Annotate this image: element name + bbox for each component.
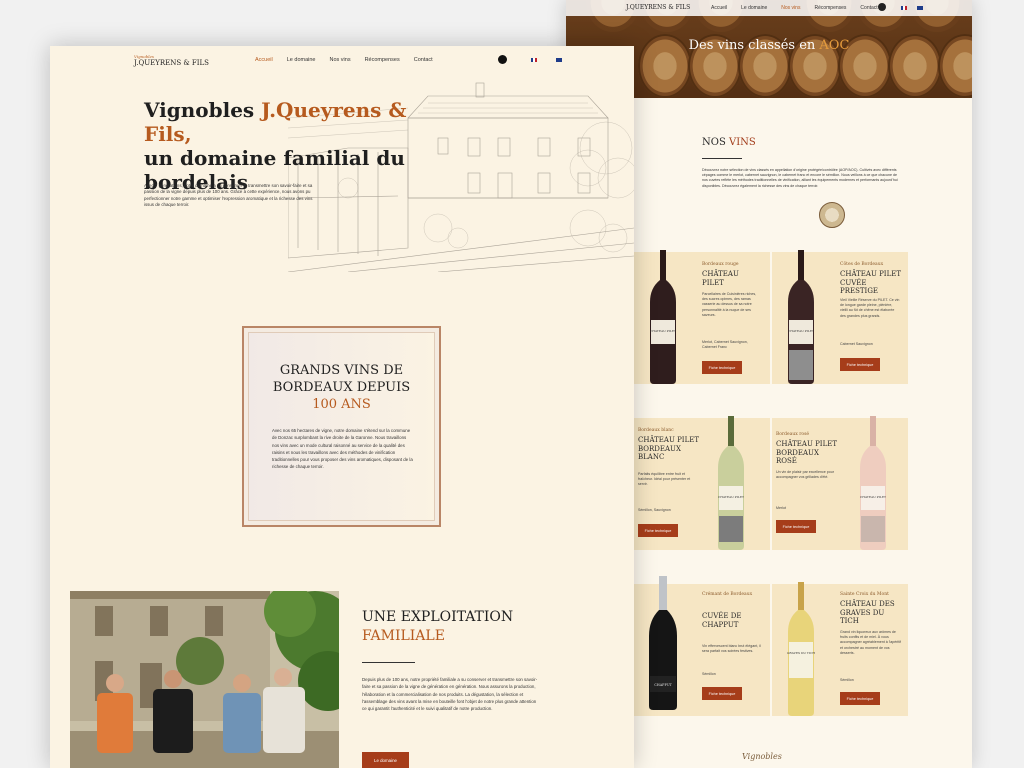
family-photo bbox=[70, 591, 339, 768]
bottle-label: CHAPPUT bbox=[654, 683, 672, 687]
bottle-label: CHATEAU PILET bbox=[788, 329, 814, 333]
divider bbox=[702, 158, 742, 159]
wine-card: GRAVES DU TICH Sainte Croix du Mont CHÂT… bbox=[772, 582, 908, 716]
wine-grapes: Cabernet Sauvignon bbox=[840, 342, 873, 346]
wine-card: CHAPPUT Crémant de Bordeaux CUVÉE DE CHA… bbox=[634, 576, 770, 716]
wine-bottle-icon: CHATEAU PILET bbox=[646, 250, 680, 384]
nav-item-recompenses[interactable]: Récompenses bbox=[814, 5, 846, 11]
facebook-icon[interactable] bbox=[878, 3, 886, 11]
bottle-label: CHATEAU PILET bbox=[860, 495, 886, 499]
wine-name: CHÂTEAU PILET bbox=[702, 270, 739, 287]
exploitation-text: Depuis plus de 100 ans, notre propriété … bbox=[362, 677, 538, 712]
card-title: GRANDS VINS DE BORDEAUX DEPUIS 100 ANS bbox=[272, 363, 411, 412]
fiche-technique-button[interactable]: Fiche technique bbox=[638, 524, 678, 537]
wine-bottle-icon: GRAVES DU TICH bbox=[784, 582, 818, 716]
card-text: Avec nos 65 hectares de vigne, notre dom… bbox=[272, 428, 413, 470]
wine-subtitle: Bordeaux rosé bbox=[776, 432, 810, 437]
divider bbox=[362, 662, 415, 663]
wine-subtitle: Bordeaux blanc bbox=[638, 428, 674, 433]
wine-card: CHATEAU PILET Côtes de Bordeaux CHÂTEAU … bbox=[772, 250, 908, 384]
wine-grapes: Merlot, Cabernet Sauvignon, Cabernet Fra… bbox=[702, 340, 748, 350]
wine-bottle-icon: CHATEAU PILET bbox=[784, 250, 818, 384]
wine-name: CHÂTEAU PILET CUVÉE PRESTIGE bbox=[840, 270, 901, 295]
nav-item-nos-vins[interactable]: Nos vins bbox=[329, 57, 350, 63]
top-nav: J.QUEYRENS & FILS Accueil Le domaine Nos… bbox=[566, 0, 972, 16]
main-menu: Accueil Le domaine Nos vins Récompenses … bbox=[255, 57, 433, 63]
hero-title: Vignobles J.Queyrens & Fils, un domaine f… bbox=[144, 98, 407, 194]
wine-bottle-icon: CHATEAU PILET bbox=[714, 416, 748, 550]
wine-subtitle: Crémant de Bordeaux bbox=[702, 592, 753, 597]
french-flag-icon[interactable] bbox=[901, 6, 907, 10]
footer-logo: Vignobles bbox=[742, 752, 782, 761]
wine-description: Grand vin liquoreux aux arômes de fruits… bbox=[840, 630, 902, 655]
nav-item-recompenses[interactable]: Récompenses bbox=[365, 57, 400, 63]
wine-description: Parfaits équilibre entre fruit et fraîch… bbox=[638, 472, 691, 487]
bottle-label: GRAVES DU TICH bbox=[787, 651, 815, 655]
wine-grapes: Sémillon, Sauvignon bbox=[638, 508, 671, 512]
wine-bottle-icon: CHAPPUT bbox=[646, 576, 680, 710]
bottle-label: CHATEAU PILET bbox=[650, 329, 676, 333]
wine-card: CHATEAU PILET Bordeaux rouge CHÂTEAU PIL… bbox=[634, 250, 770, 384]
le-domaine-button[interactable]: Le domaine bbox=[362, 752, 409, 768]
grands-vins-card: GRANDS VINS DE BORDEAUX DEPUIS 100 ANS Ave… bbox=[242, 326, 441, 527]
section-title: NOS VINS bbox=[702, 137, 756, 148]
bottle-label: CHATEAU PILET bbox=[718, 495, 744, 499]
wine-grapes: Sémillon bbox=[840, 678, 854, 682]
french-flag-icon[interactable] bbox=[531, 58, 537, 62]
wine-name: CHÂTEAU PILET BORDEAUX BLANC bbox=[638, 436, 699, 461]
facebook-icon[interactable] bbox=[498, 55, 507, 64]
main-menu: Accueil Le domaine Nos vins Récompenses … bbox=[711, 5, 878, 11]
logo[interactable]: Vignobles J.QUEYRENS & FILS bbox=[134, 54, 209, 67]
nav-item-contact[interactable]: Contact bbox=[860, 5, 877, 11]
wine-card: Bordeaux rosé CHÂTEAU PILET BORDEAUX ROS… bbox=[772, 416, 908, 550]
wine-bottle-icon: CHATEAU PILET bbox=[856, 416, 890, 550]
fiche-technique-button[interactable]: Fiche technique bbox=[702, 687, 742, 700]
hero-intro: Avec 7 générations, notre domaine a su c… bbox=[144, 183, 313, 208]
nav-item-domaine[interactable]: Le domaine bbox=[287, 57, 316, 63]
top-nav: Vignobles J.QUEYRENS & FILS Accueil Le do… bbox=[50, 46, 634, 74]
nav-item-accueil[interactable]: Accueil bbox=[711, 5, 727, 11]
wine-description: Vin effervescent blanc brut élégant, il … bbox=[702, 644, 761, 654]
nav-item-domaine[interactable]: Le domaine bbox=[741, 5, 767, 11]
nav-item-accueil[interactable]: Accueil bbox=[255, 57, 273, 63]
fiche-technique-button[interactable]: Fiche technique bbox=[840, 358, 880, 371]
wine-subtitle: Côtes de Bordeaux bbox=[840, 262, 884, 267]
english-flag-icon[interactable] bbox=[917, 6, 923, 10]
exploitation-title: UNE EXPLOITATION FAMILIALE bbox=[362, 609, 514, 644]
wine-subtitle: Sainte Croix du Mont bbox=[840, 592, 889, 597]
nav-item-nos-vins[interactable]: Nos vins bbox=[781, 5, 800, 11]
wine-description: Un vin de plaisir par excellence pour ac… bbox=[776, 470, 834, 480]
wine-name: CHÂTEAU PILET BORDEAUX ROSÉ bbox=[776, 440, 837, 465]
wine-name: CHÂTEAU DES GRAVES DU TICH bbox=[840, 600, 895, 625]
section-description: Découvrez notre sélection de vins classé… bbox=[702, 168, 898, 188]
wine-description: Vieil Vieille Réserve du PILET. Ce vin d… bbox=[840, 298, 900, 318]
wine-card: Bordeaux blanc CHÂTEAU PILET BORDEAUX BL… bbox=[634, 416, 770, 550]
wine-grapes: Sémillon bbox=[702, 672, 716, 676]
fiche-technique-button[interactable]: Fiche technique bbox=[840, 692, 880, 705]
fiche-technique-button[interactable]: Fiche technique bbox=[702, 361, 742, 374]
wine-subtitle: Bordeaux rouge bbox=[702, 262, 739, 267]
fiche-technique-button[interactable]: Fiche technique bbox=[776, 520, 816, 533]
home-page-mockup: Vignobles J.QUEYRENS & FILS Accueil Le do… bbox=[50, 46, 634, 768]
nav-item-contact[interactable]: Contact bbox=[414, 57, 433, 63]
english-flag-icon[interactable] bbox=[556, 58, 562, 62]
wine-description: Parcellaires de Cuisinières riches, des … bbox=[702, 292, 757, 317]
logo-text: J.QUEYRENS & FILS bbox=[134, 59, 209, 67]
logo[interactable]: J.QUEYRENS & FILS bbox=[626, 4, 690, 11]
medal-seal-icon bbox=[819, 202, 845, 228]
wine-name: CUVÉE DE CHAPPUT bbox=[702, 612, 742, 629]
wine-grapes: Merlot bbox=[776, 506, 786, 510]
